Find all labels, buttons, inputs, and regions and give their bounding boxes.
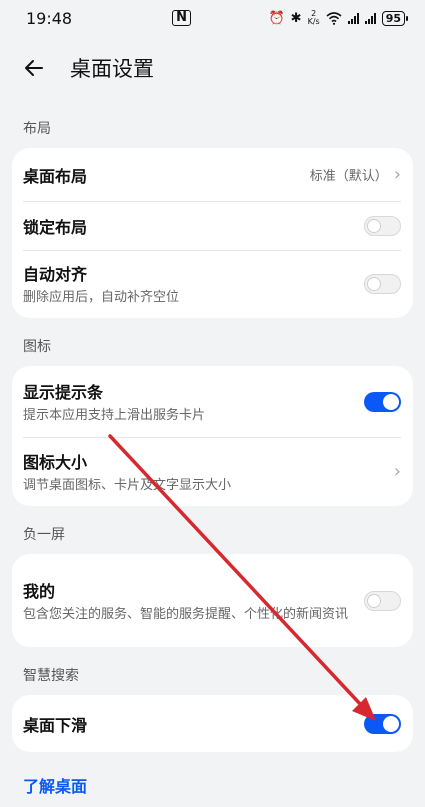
- row-subtitle: 提示本应用支持上滑出服务卡片: [23, 407, 206, 423]
- row-title: 自动对齐: [23, 265, 88, 284]
- learn-desktop-link[interactable]: 了解桌面: [0, 752, 425, 797]
- row-subtitle: 包含您关注的服务、智能的服务提醒、个性化的新闻资讯: [23, 606, 349, 622]
- back-arrow-icon[interactable]: [22, 56, 46, 80]
- status-bar: 19:48 N ⏰ ✱ 2 K/s 95: [0, 0, 425, 36]
- signal-icon-1: [347, 12, 359, 24]
- card-layout: 桌面布局 标准（默认） › 锁定布局 自动对齐 删除应用后，自动补齐空位: [12, 148, 413, 318]
- chevron-right-icon: ›: [393, 164, 401, 185]
- section-label-minus-one-screen: 负一屏: [23, 527, 65, 543]
- row-desktop-layout[interactable]: 桌面布局 标准（默认） ›: [12, 148, 413, 201]
- show-hint-bar-toggle[interactable]: [364, 391, 401, 412]
- lock-layout-toggle[interactable]: [364, 215, 401, 236]
- row-desktop-swipe-down: 桌面下滑: [12, 695, 413, 752]
- row-title: 锁定布局: [23, 217, 88, 237]
- row-subtitle: 调节桌面图标、卡片及文字显示大小: [23, 477, 232, 493]
- row-title: 我的: [23, 581, 56, 601]
- section-label-layout: 布局: [23, 121, 51, 137]
- row-title: 显示提示条: [23, 382, 104, 402]
- title-bar: 桌面设置: [0, 36, 425, 100]
- card-icons: 显示提示条 提示本应用支持上滑出服务卡片 图标大小 调节桌面图标、卡片及文字显示…: [12, 366, 413, 506]
- battery-icon: 95: [381, 10, 409, 26]
- wifi-icon: [326, 11, 342, 25]
- mine-toggle[interactable]: [364, 590, 401, 611]
- row-icon-size[interactable]: 图标大小 调节桌面图标、卡片及文字显示大小 ›: [12, 437, 413, 506]
- signal-icon-2: [364, 12, 376, 24]
- section-label-icons: 图标: [23, 339, 51, 355]
- alarm-icon: ⏰: [268, 10, 285, 26]
- row-auto-align: 自动对齐 删除应用后，自动补齐空位: [12, 250, 413, 318]
- row-mine: 我的 包含您关注的服务、智能的服务提醒、个性化的新闻资讯: [12, 554, 413, 647]
- chevron-right-icon: ›: [393, 461, 401, 482]
- page-title: 桌面设置: [70, 57, 154, 81]
- status-time: 19:48: [26, 8, 73, 28]
- auto-align-toggle[interactable]: [364, 274, 401, 294]
- card-smart-search: 桌面下滑: [12, 695, 413, 752]
- row-lock-layout: 锁定布局: [12, 201, 413, 250]
- row-title: 桌面下滑: [23, 715, 88, 735]
- bluetooth-icon: ✱: [290, 10, 302, 26]
- section-label-smart-search: 智慧搜索: [23, 668, 79, 684]
- row-subtitle: 删除应用后，自动补齐空位: [23, 290, 180, 305]
- row-show-hint-bar: 显示提示条 提示本应用支持上滑出服务卡片: [12, 366, 413, 437]
- nfc-icon: N: [172, 10, 191, 26]
- desktop-swipe-down-toggle[interactable]: [364, 713, 401, 734]
- row-value: 标准（默认）: [309, 169, 388, 184]
- row-title: 桌面布局: [23, 166, 88, 186]
- network-speed-unit: K/s: [307, 17, 320, 26]
- card-minus-one-screen: 我的 包含您关注的服务、智能的服务提醒、个性化的新闻资讯: [12, 554, 413, 647]
- network-speed: 2 K/s: [308, 10, 320, 26]
- row-title: 图标大小: [23, 452, 88, 472]
